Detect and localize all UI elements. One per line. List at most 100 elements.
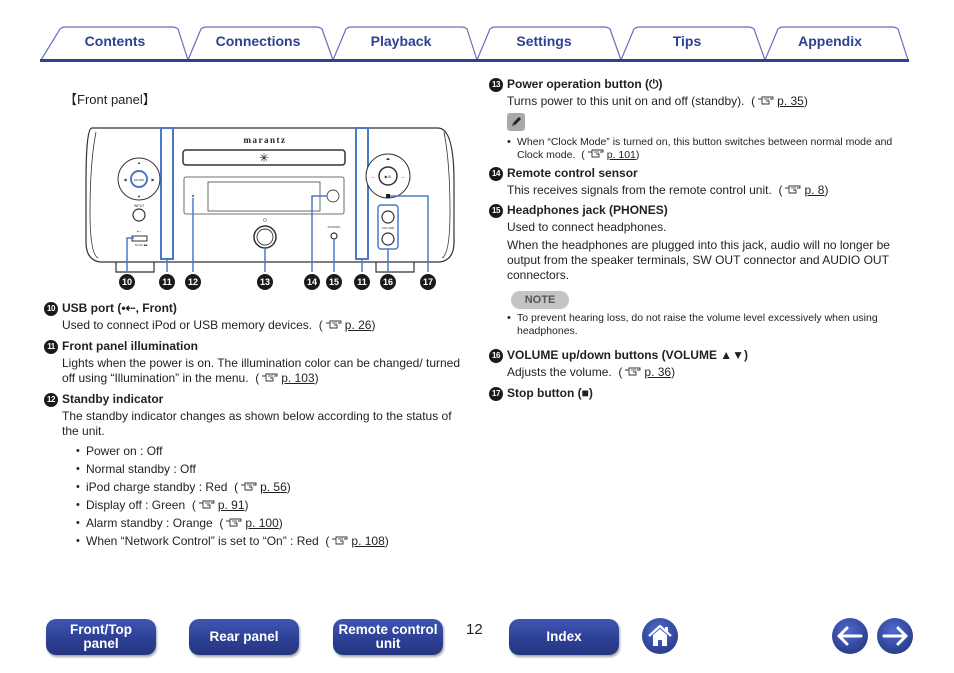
page-reference-icon xyxy=(325,320,343,330)
item-text: This receives signals from the remote co… xyxy=(507,183,772,197)
callout-numbers: 10 11 12 13 14 15 11 16 17 xyxy=(119,274,436,290)
item-text: Used to connect headphones. xyxy=(507,220,667,234)
callout-16: 16 xyxy=(383,277,393,287)
page-link[interactable]: p. 91 xyxy=(218,498,245,512)
tab-connections[interactable]: Connections xyxy=(198,33,318,49)
callout-15: 15 xyxy=(329,277,339,287)
page-link[interactable]: p. 8 xyxy=(804,183,824,197)
arrow-left-icon xyxy=(837,626,863,646)
input-button xyxy=(132,208,146,222)
list-item: iPod charge standby : Red (p. 56) xyxy=(76,478,468,496)
callout-12: 12 xyxy=(188,277,198,287)
item-text: Adjusts the volume. xyxy=(507,365,612,379)
item-text: Turns power to this unit on and off (sta… xyxy=(507,94,745,108)
page-reference-icon xyxy=(261,373,279,383)
callout-14: 14 xyxy=(307,277,317,287)
list-item: When “Clock Mode” is turned on, this but… xyxy=(507,136,909,162)
section-label: 【Front panel】 xyxy=(64,92,156,107)
page-link[interactable]: p. 35 xyxy=(777,94,804,108)
item-title: Stop button (■) xyxy=(507,386,593,400)
page-link[interactable]: p. 103 xyxy=(281,371,314,385)
front-panel-illustration: marantz ✳ ⏻ ENTER ▲ ▼ ◀ ▶ INPUT ⇠ 5V/1A … xyxy=(85,127,455,290)
list-item: To prevent hearing loss, do not raise th… xyxy=(507,312,909,338)
callout-11: 11 xyxy=(162,277,172,287)
note-list: To prevent hearing loss, do not raise th… xyxy=(507,312,909,338)
list-item: Power on : Off xyxy=(76,442,468,460)
page-reference-icon xyxy=(757,96,775,106)
tab-appendix[interactable]: Appendix xyxy=(770,33,890,49)
page-reference-icon xyxy=(240,482,258,492)
item-title: Power operation button (⏻) xyxy=(507,77,663,91)
index-button[interactable]: Index xyxy=(509,619,619,655)
list-item: Display off : Green (p. 91) xyxy=(76,496,468,514)
page-link[interactable]: p. 101 xyxy=(607,149,636,161)
svg-text:—: — xyxy=(371,174,375,179)
item-title: VOLUME up/down buttons (VOLUME ▲▼) xyxy=(507,348,749,362)
item-text: Used to connect iPod or USB memory devic… xyxy=(62,318,313,332)
next-page-button[interactable] xyxy=(877,618,913,654)
standby-status-list: Power on : Off Normal standby : Off iPod… xyxy=(62,442,468,550)
item-remote-control-sensor: 14 Remote control sensor This receives si… xyxy=(489,165,909,201)
stop-button xyxy=(386,194,390,198)
item-usb-port: 10 USB port (•⇠, Front) Used to connect i… xyxy=(44,300,464,336)
page-reference-icon xyxy=(784,185,802,195)
svg-text:ENTER: ENTER xyxy=(134,178,145,182)
svg-text:▶/II: ▶/II xyxy=(385,174,391,179)
item-volume-buttons: 16 VOLUME up/down buttons (VOLUME ▲▼) Adj… xyxy=(489,347,909,383)
memo-list: When “Clock Mode” is turned on, this but… xyxy=(507,136,909,162)
page-link[interactable]: p. 36 xyxy=(644,365,671,379)
svg-text:▲: ▲ xyxy=(137,160,141,165)
tab-playback[interactable]: Playback xyxy=(341,33,461,49)
tab-contents[interactable]: Contents xyxy=(55,33,175,49)
callout-10: 10 xyxy=(122,277,132,287)
svg-text:✳: ✳ xyxy=(259,151,269,165)
item-number: 16 xyxy=(489,348,503,363)
page-reference-icon xyxy=(624,367,642,377)
item-stop-button: 17 Stop button (■) xyxy=(489,385,909,402)
item-number: 10 xyxy=(44,301,58,316)
headphones-jack xyxy=(330,232,338,240)
item-title: Headphones jack (PHONES) xyxy=(507,203,668,217)
callout-17: 17 xyxy=(423,277,433,287)
page-link[interactable]: p. 26 xyxy=(345,318,372,332)
item-text-2: When the headphones are plugged into thi… xyxy=(507,238,890,282)
tab-settings[interactable]: Settings xyxy=(484,33,604,49)
list-item: Alarm standby : Orange (p. 100) xyxy=(76,514,468,532)
item-number: 15 xyxy=(489,203,503,218)
page-reference-icon xyxy=(225,518,243,528)
item-text: The standby indicator changes as shown b… xyxy=(62,409,452,438)
front-top-panel-button[interactable]: Front/Top panel xyxy=(46,619,156,655)
item-number: 12 xyxy=(44,392,58,407)
remote-sensor xyxy=(326,189,340,203)
remote-control-unit-button[interactable]: Remote control unit xyxy=(333,619,443,655)
item-power-operation-button: 13 Power operation button (⏻) Turns power… xyxy=(489,76,909,162)
item-title: Remote control sensor xyxy=(507,166,638,180)
svg-text:INPUT: INPUT xyxy=(134,204,145,208)
callout-13: 13 xyxy=(260,277,270,287)
svg-text:▼: ▼ xyxy=(137,194,141,199)
page-link[interactable]: p. 100 xyxy=(245,516,278,530)
page-reference-icon xyxy=(587,149,605,159)
arrow-right-icon xyxy=(882,626,908,646)
page-reference-icon xyxy=(331,536,349,546)
item-front-panel-illumination: 11 Front panel illumination Lights when t… xyxy=(44,338,464,389)
usb-port xyxy=(131,235,148,242)
page-link[interactable]: p. 108 xyxy=(351,534,384,548)
home-button[interactable] xyxy=(642,618,678,654)
item-number: 13 xyxy=(489,77,503,92)
tab-tips[interactable]: Tips xyxy=(627,33,747,49)
svg-text:—: — xyxy=(401,174,405,179)
page-link[interactable]: p. 56 xyxy=(260,480,287,494)
page-reference-icon xyxy=(198,500,216,510)
item-title: Front panel illumination xyxy=(62,339,198,353)
brand-logo: marantz xyxy=(244,135,287,145)
previous-page-button[interactable] xyxy=(832,618,868,654)
svg-text:5V/1A ■■: 5V/1A ■■ xyxy=(135,243,148,247)
svg-text:PHONES: PHONES xyxy=(328,225,341,229)
item-title: USB port (•⇠, Front) xyxy=(62,301,177,315)
item-number: 11 xyxy=(44,339,58,354)
standby-indicator xyxy=(191,194,195,198)
item-headphones-jack: 15 Headphones jack (PHONES) Used to conne… xyxy=(489,202,909,338)
rear-panel-button[interactable]: Rear panel xyxy=(189,619,299,655)
svg-text:VOLUME: VOLUME xyxy=(382,226,395,230)
